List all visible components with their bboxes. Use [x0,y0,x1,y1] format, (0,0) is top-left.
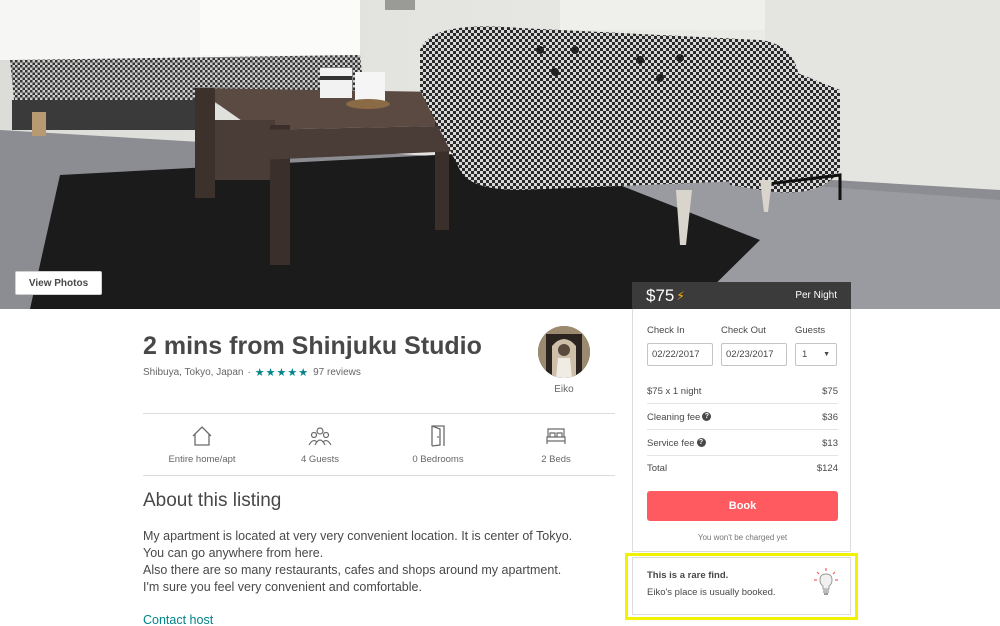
rare-find-card: This is a rare find. Eiko's place is usu… [632,557,851,615]
amenity-label: 4 Guests [300,454,340,465]
separator-dot: · [247,367,251,378]
avatar[interactable] [538,326,590,378]
fee-label: Cleaning fee [647,411,701,423]
guests-value: 1 [802,349,808,360]
guests-label: Guests [795,325,826,336]
chevron-down-icon: ▼ [823,351,830,358]
price-period: Per Night [795,290,837,301]
bed-icon [546,428,566,444]
reviews-link[interactable]: 97 reviews [313,367,361,378]
amenity-label: 0 Bedrooms [412,454,464,465]
fee-value: $36 [822,411,838,423]
check-out-input[interactable]: 02/23/2017 [721,343,787,366]
listing-title: 2 mins from Shinjuku Studio [143,332,482,360]
fee-value: $75 [822,385,838,397]
amenity-guests: 4 Guests [261,424,379,465]
fee-row-service: Service fee? $13 [647,431,838,456]
check-out-label: Check Out [721,325,766,336]
amenity-label: 2 Beds [541,454,571,465]
about-line: I'm sure you feel very convenient and co… [143,580,422,594]
about-line: Also there are so many restaurants, cafe… [143,563,562,577]
about-line: My apartment is located at very very con… [143,529,573,543]
amenity-bedrooms: 0 Bedrooms [379,424,497,465]
house-icon [192,426,212,446]
check-in-input[interactable]: 02/22/2017 [647,343,713,366]
rating-stars-icon: ★★★★★ [254,367,310,379]
listing-photo[interactable]: View Photos [0,0,1000,309]
lightbulb-icon [814,568,838,595]
contact-host-link[interactable]: Contact host [143,613,213,626]
divider [143,475,615,476]
host-profile[interactable]: Eiko [538,326,590,395]
divider [143,413,615,414]
price-value: $75 [646,285,675,305]
about-heading: About this listing [143,490,282,511]
fee-value: $13 [822,437,838,449]
host-name: Eiko [554,384,574,395]
amenity-label: Entire home/apt [168,454,236,465]
fee-row-cleaning: Cleaning fee? $36 [647,405,838,430]
rare-find-subtitle: Eiko's place is usually booked. [647,587,776,598]
guests-select[interactable]: 1 ▼ [795,343,837,366]
price-bar: $75 ⚡ Per Night [632,282,851,309]
amenities-row: Entire home/apt 4 Guests 0 Bedrooms 2 Be… [143,424,615,465]
lightning-bolt-icon: ⚡ [676,288,685,303]
guests-icon [308,427,332,446]
fee-row-nightly: $75 x 1 night $75 [647,379,838,404]
listing-subline: Shibuya, Tokyo, Japan · ★★★★★ 97 reviews [143,366,361,379]
help-icon[interactable]: ? [696,438,706,448]
booking-panel: Check In Check Out Guests 02/22/2017 02/… [632,309,851,552]
fee-label: Service fee [647,437,695,449]
check-in-label: Check In [647,325,685,336]
amenity-beds: 2 Beds [497,424,615,465]
fee-label: Total [647,463,668,474]
nightly-price: $75 ⚡ [646,286,685,306]
about-description: My apartment is located at very very con… [143,528,613,596]
living-room-photo [0,0,1000,309]
rare-find-title: This is a rare find. [647,570,729,581]
book-button[interactable]: Book [647,491,838,521]
help-icon[interactable]: ? [702,412,712,422]
view-photos-button[interactable]: View Photos [15,271,102,295]
about-line: You can go anywhere from here. [143,546,324,560]
amenity-home-type: Entire home/apt [143,424,261,465]
fee-value: $124 [816,463,838,474]
no-charge-note: You won't be charged yet [697,533,788,542]
listing-location[interactable]: Shibuya, Tokyo, Japan [143,367,243,378]
fee-label: $75 x 1 night [647,385,702,397]
door-icon [431,425,445,447]
fee-row-total: Total $124 [647,456,838,481]
